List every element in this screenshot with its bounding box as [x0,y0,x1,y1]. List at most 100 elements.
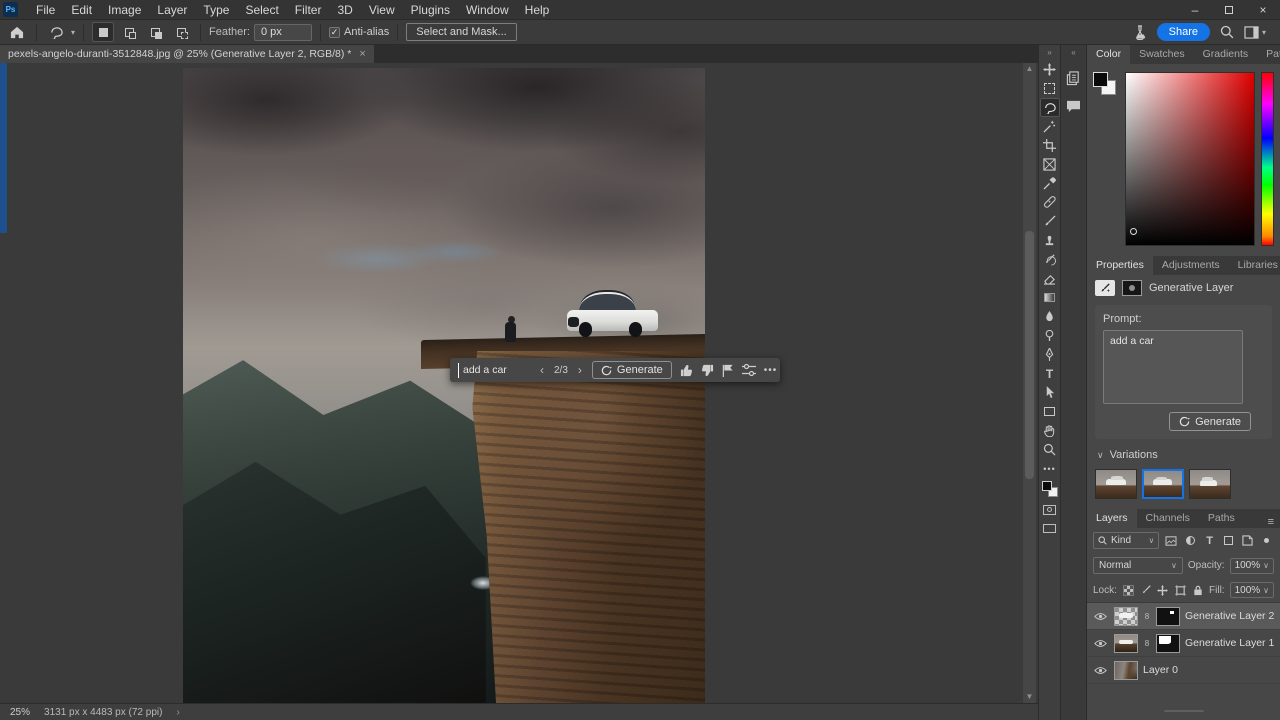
layer-thumbnail[interactable] [1114,606,1138,626]
hue-slider[interactable] [1261,72,1274,246]
report-flag-button[interactable] [722,362,734,378]
minimize-button[interactable]: – [1178,0,1212,20]
previous-variation-button[interactable]: ‹ [538,363,546,377]
share-button[interactable]: Share [1156,23,1210,41]
hand-tool[interactable] [1040,421,1060,440]
healing-brush-tool[interactable] [1040,193,1060,212]
lock-transparency-button[interactable] [1122,583,1134,598]
filter-type-layers-button[interactable]: T [1203,533,1217,548]
quick-mask-button[interactable] [1040,500,1060,519]
type-tool[interactable]: T [1040,364,1060,383]
color-picker-cursor[interactable] [1130,228,1137,235]
comments-panel-button[interactable] [1064,96,1084,116]
layer-filter-kind-dropdown[interactable]: Kind ∨ [1093,532,1160,549]
layer-name[interactable]: Layer 0 [1143,664,1178,676]
toolbar-collapse-icon[interactable]: » [1047,47,1051,60]
search-icon[interactable] [1220,25,1234,39]
path-selection-tool[interactable] [1040,383,1060,402]
status-options-arrow[interactable]: › [176,707,179,718]
lasso-tool-preset[interactable] [45,22,67,42]
taskbar-generate-button[interactable]: Generate [591,361,672,379]
pen-tool[interactable] [1040,345,1060,364]
taskbar-prompt-input[interactable] [458,362,530,378]
shape-tool[interactable] [1040,402,1060,421]
eraser-tool[interactable] [1040,269,1060,288]
maximize-button[interactable] [1212,0,1246,20]
menu-filter[interactable]: Filter [287,0,330,20]
layer-name[interactable]: Generative Layer 2 [1185,610,1274,622]
fill-dropdown[interactable]: 100% ∨ [1229,582,1275,598]
frame-tool[interactable] [1040,155,1060,174]
opacity-dropdown[interactable]: 100% ∨ [1229,557,1274,574]
tab-swatches[interactable]: Swatches [1130,45,1194,64]
tab-channels[interactable]: Channels [1137,509,1199,528]
marquee-tool[interactable] [1040,79,1060,98]
workspace-switcher[interactable]: ▾ [1244,25,1266,39]
anti-alias-checkbox[interactable]: ✓ [328,26,340,38]
history-brush-tool[interactable] [1040,250,1060,269]
menu-help[interactable]: Help [517,0,558,20]
filter-shape-layers-button[interactable] [1222,533,1236,548]
zoom-tool[interactable] [1040,440,1060,459]
document-canvas[interactable] [183,68,705,703]
canvas-area[interactable]: ‹ 2/3 › Generate ••• [0,63,1038,703]
layer-name[interactable]: Generative Layer 1 [1185,637,1274,649]
visibility-toggle[interactable] [1091,639,1109,648]
filter-adjustment-layers-button[interactable] [1184,533,1198,548]
visibility-toggle[interactable] [1091,666,1109,675]
document-tab[interactable]: pexels-angelo-duranti-3512848.jpg @ 25% … [0,45,374,63]
tab-gradients[interactable]: Gradients [1194,45,1258,64]
foreground-background-swatches[interactable] [1041,481,1058,497]
blur-tool[interactable] [1040,307,1060,326]
screen-mode-button[interactable] [1040,519,1060,538]
tab-properties[interactable]: Properties [1087,256,1153,275]
variation-thumbnail-3[interactable] [1189,469,1231,499]
dock-collapse-icon[interactable]: « [1071,47,1075,60]
next-variation-button[interactable]: › [576,363,584,377]
thumbs-down-button[interactable] [701,362,714,378]
dodge-tool[interactable] [1040,326,1060,345]
beaker-icon[interactable] [1133,24,1147,40]
history-panel-button[interactable] [1064,68,1084,88]
variation-thumbnail-1[interactable] [1095,469,1137,499]
canvas-vertical-scrollbar[interactable]: ▲ ▼ [1023,63,1036,703]
variations-header[interactable]: ∨ Variations [1087,443,1280,465]
intersect-selection-mode-button[interactable] [170,22,192,42]
filter-toggle-button[interactable] [1260,533,1274,548]
feather-input[interactable]: 0 px [253,23,312,41]
close-button[interactable]: × [1246,0,1280,20]
quick-selection-tool[interactable] [1040,117,1060,136]
tab-layers[interactable]: Layers [1087,509,1137,528]
lasso-tool[interactable] [1039,98,1060,117]
menu-window[interactable]: Window [458,0,517,20]
eyedropper-tool[interactable] [1040,174,1060,193]
select-and-mask-button[interactable]: Select and Mask... [406,23,517,41]
prompt-textarea[interactable]: add a car [1103,330,1243,404]
tab-adjustments[interactable]: Adjustments [1153,256,1229,275]
layers-panel-menu-icon[interactable]: ≡ [1268,516,1280,528]
tab-color[interactable]: Color [1087,45,1131,64]
menu-image[interactable]: Image [100,0,149,20]
blend-mode-dropdown[interactable]: Normal ∨ [1093,557,1183,574]
layer-mask-thumbnail[interactable] [1156,633,1180,653]
new-selection-mode-button[interactable] [92,22,115,42]
brush-tool[interactable] [1040,212,1060,231]
taskbar-settings-button[interactable] [741,362,756,378]
clone-stamp-tool[interactable] [1040,231,1060,250]
menu-type[interactable]: Type [195,0,237,20]
layer-row-generative-layer-1[interactable]: 8 Generative Layer 1 [1087,630,1280,657]
subtract-selection-mode-button[interactable] [144,22,166,42]
home-button[interactable] [6,22,28,42]
properties-generate-button[interactable]: Generate [1169,412,1251,431]
layer-row-generative-layer-2[interactable]: 8 Generative Layer 2 [1087,603,1280,630]
menu-view[interactable]: View [361,0,403,20]
layer-mask-thumbnail[interactable] [1156,606,1180,626]
tab-paths[interactable]: Paths [1199,509,1244,528]
zoom-level-field[interactable]: 25% [10,707,30,718]
lasso-dropdown-icon[interactable]: ▾ [71,28,75,37]
crop-tool[interactable] [1040,136,1060,155]
menu-edit[interactable]: Edit [63,0,100,20]
layer-thumbnail[interactable] [1114,633,1138,653]
lock-paint-button[interactable] [1139,583,1151,598]
filter-image-layers-button[interactable] [1164,533,1178,548]
